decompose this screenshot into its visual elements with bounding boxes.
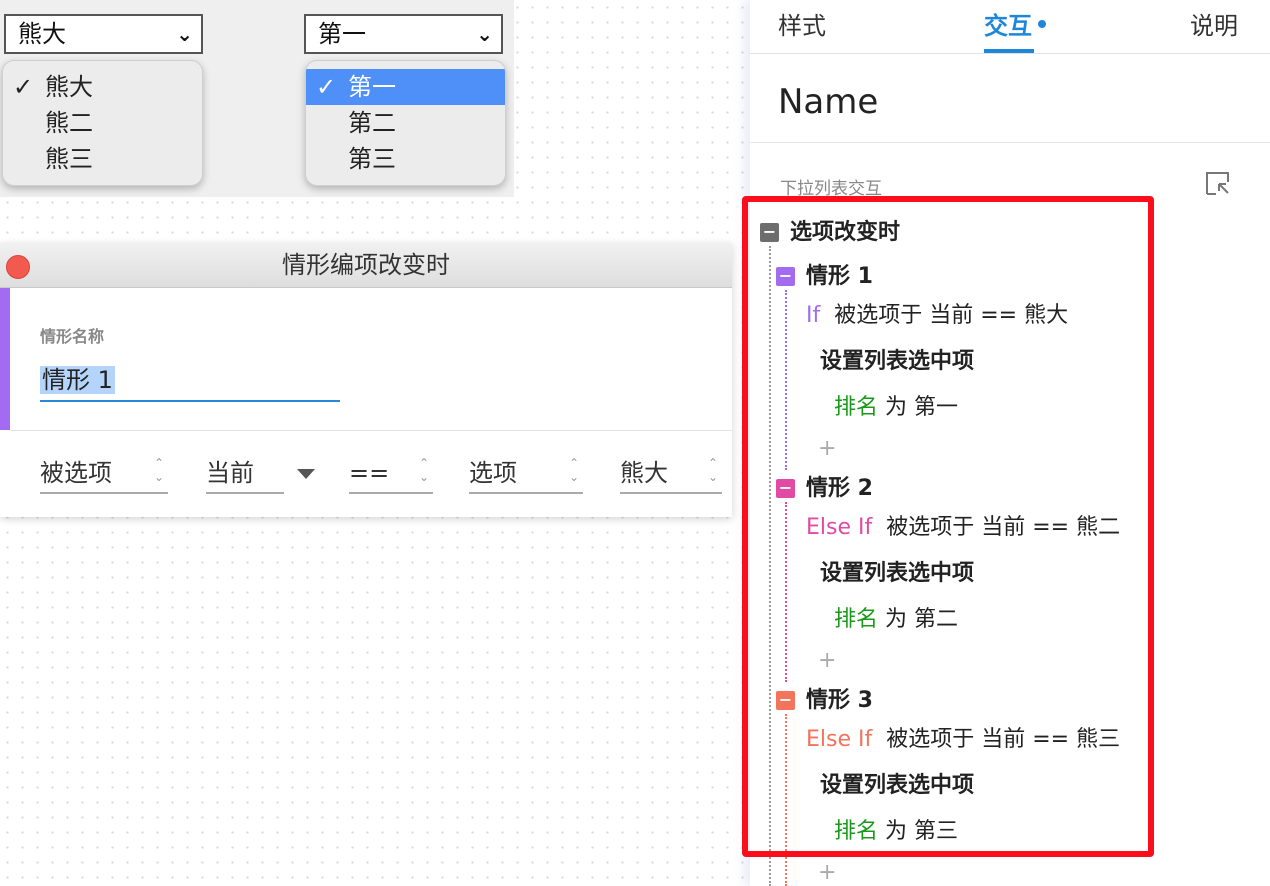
close-icon[interactable] (6, 255, 30, 279)
spinner-icon: ⌃ ⌄ (418, 456, 430, 484)
bear-dropdown[interactable]: 熊大 ⌄ (4, 14, 203, 54)
condition-operator-select[interactable]: == ⌃ ⌄ (349, 454, 433, 494)
bear-option-1-label: 熊大 (45, 73, 93, 101)
unsaved-dot-icon (1038, 20, 1046, 28)
bear-option-2[interactable]: 熊二 (3, 105, 202, 141)
condition-which-select[interactable]: 当前 (206, 454, 284, 494)
tab-interaction[interactable]: 交互 (984, 8, 1032, 44)
case-name-input[interactable]: 情形 1 (40, 360, 340, 402)
case-name-label: 情形名称 (40, 327, 105, 346)
condition-source-select[interactable]: 选项 ⌃ ⌄ (469, 454, 583, 494)
rank-option-2[interactable]: 第二 (306, 105, 505, 141)
spinner-icon: ⌃ ⌄ (568, 456, 580, 484)
rank-option-1-label: 第一 (348, 73, 396, 101)
tab-notes[interactable]: 说明 (1190, 8, 1238, 44)
condition-value-value: 熊大 (620, 459, 668, 487)
condition-target-value: 被选项 (40, 459, 112, 487)
rank-dropdown[interactable]: 第一 ⌄ (304, 14, 503, 54)
case-edit-dialog: 情形编项改变时 情形名称 情形 1 被选项 ⌃ ⌄ 当前 == ⌃ ⌄ 选项 ⌃ ⌄ … (0, 243, 732, 517)
chevron-down-icon: ⌄ (176, 22, 193, 46)
dropdown-arrow-icon[interactable] (297, 469, 315, 479)
rank-option-3[interactable]: 第三 (306, 141, 505, 177)
condition-value-select[interactable]: 熊大 ⌃ ⌄ (620, 454, 722, 494)
add-icon[interactable]: + (818, 862, 836, 884)
tabs-divider (750, 53, 1270, 54)
preview-panel: 熊大 ⌄ 第一 ⌄ ✓ 熊大 熊二 熊三 ✓ 第一 第二 第三 (0, 0, 514, 197)
rank-option-3-label: 第三 (348, 145, 396, 173)
bear-dropdown-menu: ✓ 熊大 熊二 熊三 (2, 60, 203, 186)
check-icon: ✓ (13, 73, 34, 101)
dialog-divider (10, 430, 732, 431)
case-name-value: 情形 1 (40, 366, 115, 394)
tab-style[interactable]: 样式 (778, 8, 826, 44)
spinner-icon: ⌃ ⌄ (153, 456, 165, 484)
rank-dropdown-menu: ✓ 第一 第二 第三 (305, 60, 506, 186)
collapse-all-icon[interactable] (1204, 170, 1232, 198)
bear-dropdown-value: 熊大 (18, 20, 66, 48)
condition-operator-value: == (349, 459, 390, 487)
rank-option-2-label: 第二 (348, 109, 396, 137)
highlight-annotation (742, 196, 1154, 857)
bear-option-1[interactable]: ✓ 熊大 (3, 69, 202, 105)
bear-option-3[interactable]: 熊三 (3, 141, 202, 177)
condition-target-select[interactable]: 被选项 ⌃ ⌄ (40, 454, 168, 494)
spinner-icon: ⌃ ⌄ (707, 456, 719, 484)
check-icon: ✓ (316, 73, 337, 101)
rank-option-1[interactable]: ✓ 第一 (306, 69, 505, 105)
dialog-title: 情形编项改变时 (282, 251, 450, 279)
condition-which-value: 当前 (206, 459, 254, 487)
name-divider (750, 142, 1270, 143)
rank-dropdown-value: 第一 (318, 20, 366, 48)
bear-option-3-label: 熊三 (45, 145, 93, 173)
condition-source-value: 选项 (469, 459, 517, 487)
bear-option-2-label: 熊二 (45, 109, 93, 137)
case-color-bar (0, 288, 10, 430)
widget-name[interactable]: Name (778, 80, 878, 124)
dialog-titlebar[interactable]: 情形编项改变时 (0, 243, 732, 288)
chevron-down-icon: ⌄ (476, 22, 493, 46)
